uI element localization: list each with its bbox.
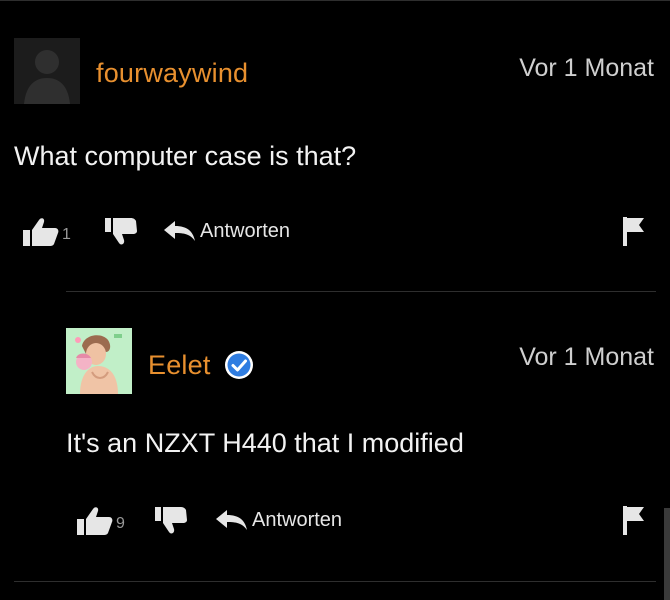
- dislike-button[interactable]: [104, 217, 138, 247]
- scrollbar[interactable]: [664, 508, 670, 600]
- illustrated-avatar-icon: [66, 328, 132, 394]
- avatar[interactable]: [66, 328, 132, 394]
- reply-label: Antworten: [200, 219, 291, 242]
- timestamp: Vor 1 Monat: [519, 54, 654, 82]
- like-button[interactable]: 1: [22, 217, 71, 247]
- reply-label: Antworten: [252, 508, 343, 531]
- flag-icon: [623, 217, 644, 246]
- thumbs-down-icon: [105, 218, 137, 245]
- reply-arrow-icon: [216, 510, 247, 530]
- comment-eelet: Eelet Vor 1 Monat It's an NZXT H440 that…: [0, 292, 670, 582]
- comment-text: What computer case is that?: [14, 141, 357, 171]
- timestamp: Vor 1 Monat: [519, 343, 654, 371]
- like-button[interactable]: 9: [76, 506, 125, 536]
- reply-button[interactable]: Antworten: [162, 219, 290, 243]
- thumbs-down-icon: [155, 507, 187, 534]
- bottom-divider: [14, 581, 656, 582]
- flag-icon: [623, 506, 644, 535]
- comment-text: It's an NZXT H440 that I modified: [66, 428, 464, 458]
- thumbs-up-icon: [77, 507, 113, 535]
- avatar[interactable]: [14, 38, 80, 104]
- dislike-button[interactable]: [154, 506, 188, 536]
- username[interactable]: Eelet: [148, 350, 211, 381]
- flag-button[interactable]: [622, 505, 646, 535]
- default-avatar-icon: [14, 38, 80, 104]
- verified-badge-icon: [224, 350, 254, 380]
- username[interactable]: fourwaywind: [96, 58, 248, 89]
- like-count: 1: [62, 226, 71, 243]
- thumbs-up-icon: [23, 218, 59, 246]
- reply-arrow-icon: [164, 221, 195, 241]
- flag-button[interactable]: [622, 216, 646, 246]
- comment-fourwaywind: fourwaywind Vor 1 Monat What computer ca…: [0, 0, 670, 290]
- reply-button[interactable]: Antworten: [214, 508, 342, 532]
- like-count: 9: [116, 515, 125, 532]
